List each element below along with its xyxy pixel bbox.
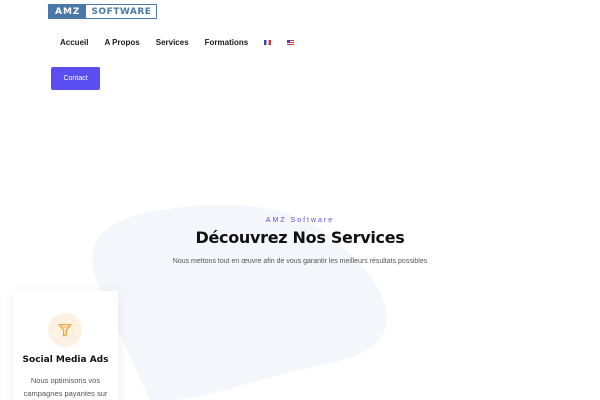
- logo-software-text: SOFTWARE: [86, 5, 157, 18]
- service-icon-badge: [48, 313, 82, 347]
- funnel-icon: [58, 324, 72, 337]
- nav-link-a-propos[interactable]: A Propos: [96, 38, 147, 47]
- service-card-social-media-ads[interactable]: Social Media Ads Nous optimisons vos cam…: [13, 291, 118, 400]
- section-heading: Découvrez Nos Services: [195, 228, 405, 247]
- service-card-description: Nous optimisons vos campagnes payantes s…: [21, 374, 110, 400]
- service-card-title: Social Media Ads: [22, 355, 109, 365]
- flag-fr-icon[interactable]: [264, 40, 272, 45]
- amz-software-logo[interactable]: AMZ SOFTWARE: [48, 4, 158, 19]
- nav-link-accueil[interactable]: Accueil: [52, 38, 96, 47]
- service-card-desc-line-1: Nous optimisons vos: [30, 376, 101, 385]
- service-card-desc-line-2: campagnes payantes sur: [23, 389, 108, 398]
- logo-amz-text: AMZ: [49, 5, 87, 18]
- flag-us-icon[interactable]: [287, 40, 295, 45]
- section-subtext: Nous mettons tout en œuvre afin de vous …: [172, 258, 428, 265]
- nav-link-services[interactable]: Services: [148, 38, 197, 47]
- contact-button[interactable]: Contact: [51, 67, 100, 90]
- main-navigation: Accueil A Propos Services Formations: [52, 38, 302, 47]
- nav-link-formations[interactable]: Formations: [197, 38, 257, 47]
- section-eyebrow: AMZ Software: [265, 217, 335, 224]
